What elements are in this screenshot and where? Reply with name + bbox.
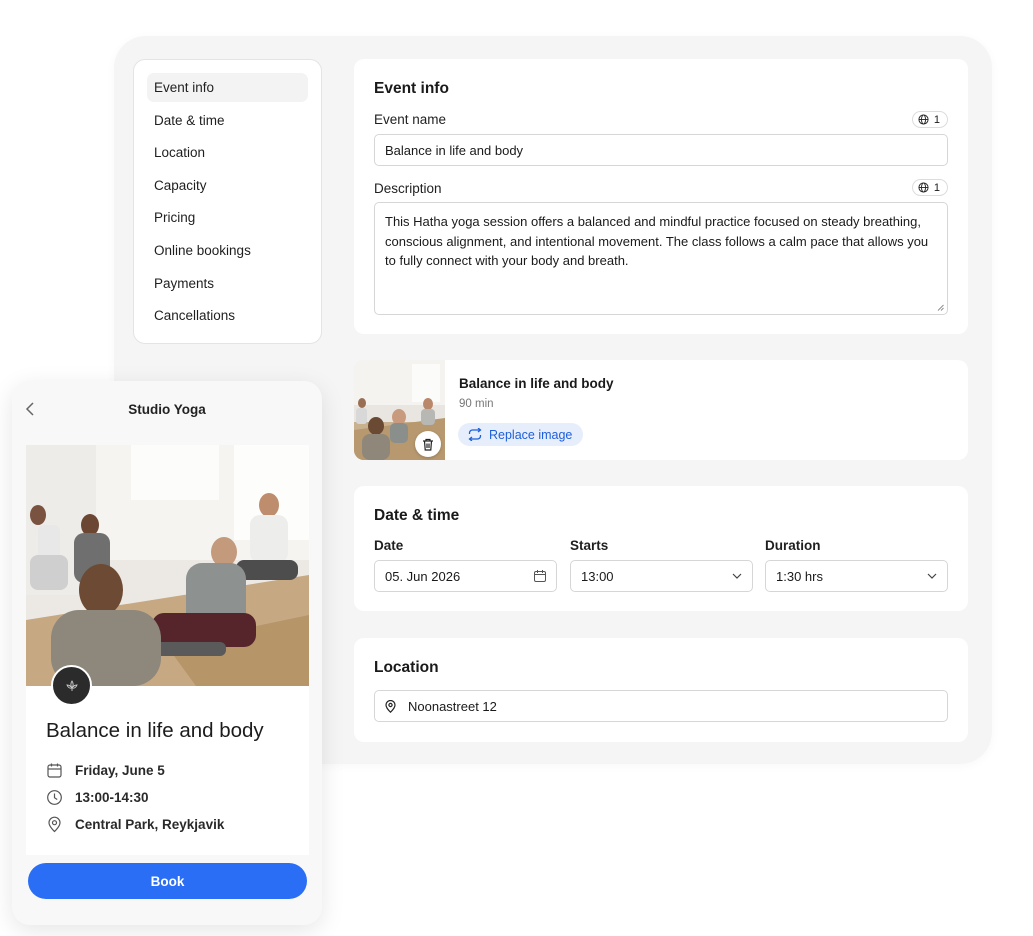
replace-image-label: Replace image [489,427,573,442]
lotus-icon [65,679,78,691]
location-heading: Location [374,659,439,676]
page-root: Event info Date & time Location Capacity… [0,0,1033,936]
settings-nav: Event info Date & time Location Capacity… [133,59,322,344]
nav-item-location[interactable]: Location [147,138,308,167]
date-value: 05. Jun 2026 [385,568,461,584]
event-photo [26,445,309,686]
image-card-duration: 90 min [459,398,494,410]
clock-icon [47,790,62,805]
starts-label: Starts [570,538,609,553]
location-card: Location Noonastreet 12 [354,638,968,742]
nav-item-date-time[interactable]: Date & time [147,106,308,135]
starts-select[interactable]: 13:00 [570,560,753,592]
phone-header-title: Studio Yoga [128,401,206,417]
resize-grip-icon[interactable] [937,304,944,311]
nav-item-payments[interactable]: Payments [147,269,308,298]
event-preview-card: Balance in life and body Friday, June 5 … [26,445,309,855]
mobile-preview: Studio Yoga Balance in life and body Fri… [12,381,322,925]
globe-icon [918,114,929,125]
language-count: 1 [933,113,940,126]
preview-location-row: Central Park, Reykjavik [46,816,224,833]
date-picker[interactable]: 05. Jun 2026 [374,560,557,592]
nav-item-online-bookings[interactable]: Online bookings [147,236,308,265]
language-count: 1 [933,181,940,194]
back-chevron-icon[interactable] [24,402,38,416]
delete-image-button[interactable] [415,431,441,457]
duration-label: Duration [765,538,821,553]
preview-date: Friday, June 5 [75,763,165,778]
date-time-heading: Date & time [374,507,460,524]
event-name-language-badge[interactable]: 1 [911,111,948,128]
map-pin-icon [385,699,396,713]
nav-item-cancellations[interactable]: Cancellations [147,301,308,330]
description-textarea[interactable]: This Hatha yoga session offers a balance… [374,202,948,315]
calendar-icon [534,570,546,582]
nav-item-pricing[interactable]: Pricing [147,203,308,232]
location-input[interactable]: Noonastreet 12 [374,690,948,722]
starts-value: 13:00 [581,568,614,584]
chevron-down-icon [732,573,742,579]
event-name-label: Event name [374,112,447,127]
preview-date-row: Friday, June 5 [46,762,165,779]
date-label: Date [374,538,404,553]
chevron-down-icon [927,573,937,579]
studio-logo [51,665,92,706]
book-button[interactable]: Book [28,863,307,899]
description-label: Description [374,181,442,196]
calendar-icon [47,763,62,778]
globe-icon [918,182,929,193]
preview-event-title: Balance in life and body [46,719,264,742]
event-image-card: Balance in life and body 90 min Replace … [354,360,968,460]
location-value: Noonastreet 12 [408,698,497,714]
event-info-card: Event info Event name 1 Balance in life … [354,59,968,334]
preview-time: 13:00-14:30 [75,790,149,805]
description-text: This Hatha yoga session offers a balance… [385,214,929,268]
phone-header: Studio Yoga [12,381,322,437]
duration-select[interactable]: 1:30 hrs [765,560,948,592]
image-card-title: Balance in life and body [459,376,614,391]
replace-image-button[interactable]: Replace image [458,423,584,446]
date-time-card: Date & time Date 05. Jun 2026 Starts 13:… [354,486,968,611]
nav-item-event-info[interactable]: Event info [147,73,308,102]
duration-value: 1:30 hrs [776,568,823,584]
event-name-input[interactable]: Balance in life and body [374,134,948,166]
preview-location: Central Park, Reykjavik [75,817,225,832]
event-info-heading: Event info [374,80,449,97]
map-pin-icon [48,816,61,833]
refresh-icon [468,428,482,441]
nav-item-capacity[interactable]: Capacity [147,171,308,200]
trash-icon [423,438,433,451]
description-language-badge[interactable]: 1 [911,179,948,196]
preview-time-row: 13:00-14:30 [46,789,149,806]
